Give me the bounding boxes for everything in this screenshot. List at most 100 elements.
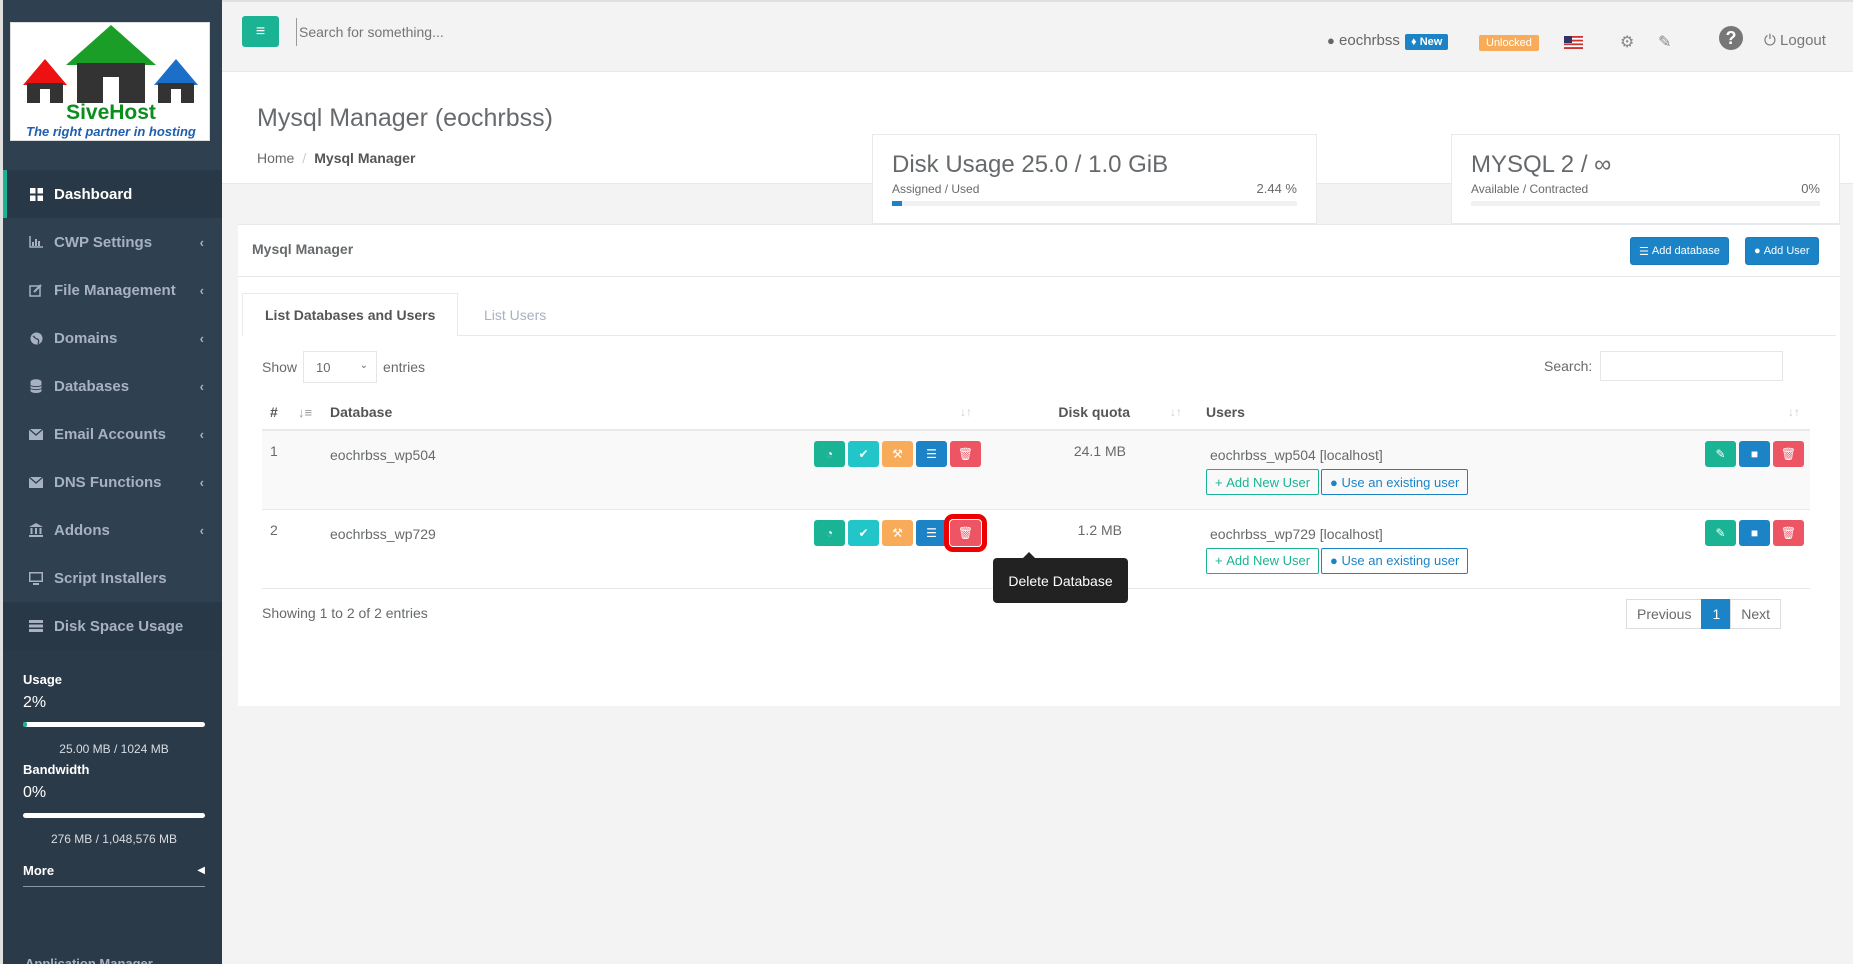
- col-users[interactable]: Users ↓↑: [1192, 395, 1810, 431]
- usage-bar-fill: [23, 722, 27, 727]
- delete-database-button[interactable]: 🗑: [950, 441, 981, 467]
- chart-icon: [28, 235, 44, 249]
- dashboard-icon: [28, 187, 44, 201]
- tab-list-users[interactable]: List Users: [462, 293, 568, 337]
- col-sort[interactable]: ↓≡: [298, 395, 318, 431]
- repair-button[interactable]: ⚒: [882, 519, 913, 546]
- phpmyadmin-button[interactable]: ◔: [814, 441, 845, 467]
- check-button[interactable]: ✔: [848, 441, 879, 467]
- gears-icon[interactable]: ⚙: [1620, 32, 1634, 52]
- bandwidth-detail: 276 MB / 1,048,576 MB: [50, 832, 178, 846]
- new-badge[interactable]: ♦ New: [1405, 34, 1449, 50]
- sidebar-item-email-accounts[interactable]: Email Accounts ‹: [3, 410, 222, 458]
- database-name: eochrbss_wp729: [330, 525, 436, 542]
- sidebar-item-databases[interactable]: Databases ‹: [3, 362, 222, 410]
- sidebar-item-application-manager[interactable]: Application Manager: [25, 956, 153, 964]
- top-search-input[interactable]: [296, 18, 796, 46]
- table-search-input[interactable]: [1600, 351, 1784, 381]
- sidebar-item-cwp-settings[interactable]: CWP Settings ‹: [3, 218, 222, 266]
- backup-button[interactable]: ☰: [916, 519, 947, 546]
- sidebar-item-script-installers[interactable]: Script Installers: [3, 554, 222, 602]
- logo-tagline: The right partner in hosting: [26, 124, 196, 139]
- edit-icon: ✎: [1715, 525, 1726, 540]
- add-user-label: Add User: [1763, 245, 1810, 257]
- lock-icon: ■: [1750, 525, 1759, 540]
- breadcrumb-home[interactable]: Home: [257, 150, 294, 166]
- repair-button[interactable]: ⚒: [882, 441, 913, 467]
- database-name: eochrbss_wp504: [330, 447, 436, 463]
- mysql-title: MYSQL 2 / ∞: [1471, 151, 1612, 178]
- power-icon: ⏻: [1764, 32, 1776, 49]
- sidebar-item-label: File Management: [54, 281, 176, 299]
- plus-icon: +: [1215, 553, 1227, 568]
- sort-asc-icon: ↓≡: [298, 405, 313, 420]
- lock-user-button[interactable]: ■: [1739, 519, 1770, 546]
- mysql-percent: 0%: [1801, 181, 1820, 196]
- page-length-select[interactable]: 10 ⌄: [303, 351, 378, 383]
- menu-toggle-button[interactable]: ≡: [242, 16, 279, 47]
- sidebar-item-label: Email Accounts: [54, 425, 166, 443]
- sidebar-item-label: Disk Space Usage: [54, 617, 184, 635]
- phpmyadmin-button[interactable]: ◔: [814, 519, 845, 546]
- edit-user-button[interactable]: ✎: [1705, 441, 1736, 467]
- user-menu[interactable]: ● eochrbss: [1327, 32, 1400, 49]
- bandwidth-bar: [23, 813, 205, 818]
- sidebar-item-file-management[interactable]: File Management ‹: [3, 266, 222, 314]
- logo[interactable]: SiveHost The right partner in hosting: [10, 22, 210, 141]
- sidebar-item-dashboard[interactable]: Dashboard: [3, 170, 222, 218]
- table-row: 1 eochrbss_wp504 ◔ ✔ ⚒ ☰ 🗑 24.1 MB eochrbss_…: [262, 430, 1810, 510]
- delete-user-button[interactable]: 🗑: [1773, 519, 1804, 546]
- us-flag-icon[interactable]: [1564, 36, 1583, 49]
- backup-button[interactable]: ☰: [916, 441, 947, 467]
- brush-icon[interactable]: ✎: [1658, 32, 1671, 52]
- sort-icon: ↓↑: [1170, 405, 1182, 419]
- unlocked-badge[interactable]: Unlocked: [1479, 35, 1539, 51]
- usage-panel: Usage 2% 25.00 MB / 1024 MB Bandwidth 0%…: [3, 650, 222, 964]
- add-new-user-button[interactable]: + Add New User: [1206, 547, 1320, 574]
- next-page-button[interactable]: Next: [1730, 599, 1782, 629]
- add-user-button[interactable]: ● Add User: [1745, 237, 1819, 265]
- sidebar-item-domains[interactable]: Domains ‹: [3, 314, 222, 362]
- delete-database-tooltip: Delete Database: [993, 552, 1128, 603]
- check-button[interactable]: ✔: [848, 519, 879, 546]
- use-existing-user-button[interactable]: ● Use an existing user: [1321, 469, 1469, 495]
- tab-list-databases-users[interactable]: List Databases and Users: [242, 293, 459, 337]
- use-existing-user-button[interactable]: ● Use an existing user: [1321, 547, 1469, 574]
- chevron-left-icon: ‹: [199, 282, 204, 298]
- trash-icon: 🗑: [1780, 525, 1797, 540]
- sort-icon: ↓↑: [1788, 405, 1800, 419]
- sidebar-item-addons[interactable]: Addons ‹: [3, 506, 222, 554]
- col-quota-label: Disk quota: [1058, 404, 1130, 420]
- disk-usage-sub: Assigned / Used: [892, 182, 980, 196]
- delete-database-button[interactable]: 🗑: [944, 513, 987, 552]
- help-icon[interactable]: ?: [1719, 26, 1743, 50]
- sidebar-item-label: Script Installers: [54, 569, 167, 587]
- add-new-user-button[interactable]: + Add New User: [1206, 469, 1320, 495]
- more-label: More: [23, 863, 55, 878]
- col-database[interactable]: Database ↓↑: [318, 395, 982, 431]
- check-circle-icon: ✔: [858, 447, 869, 461]
- delete-user-button[interactable]: 🗑: [1773, 441, 1804, 467]
- more-toggle[interactable]: More ◀: [23, 863, 205, 887]
- new-badge-label: New: [1419, 36, 1443, 48]
- sidebar-item-label: Dashboard: [54, 185, 133, 203]
- edit-user-button[interactable]: ✎: [1705, 519, 1736, 546]
- db-actions: ◔ ✔ ⚒ ☰ 🗑: [814, 441, 984, 467]
- col-quota[interactable]: Disk quota ↓↑: [982, 395, 1192, 431]
- add-new-user-label: Add New User: [1226, 553, 1311, 568]
- caret-left-icon: ◀: [197, 865, 205, 876]
- lock-user-button[interactable]: ■: [1739, 441, 1770, 467]
- sidebar-item-dns-functions[interactable]: DNS Functions ‹: [3, 458, 222, 506]
- sidebar-item-disk-space-usage[interactable]: Disk Space Usage: [3, 602, 222, 650]
- usage-percent: 2%: [23, 694, 47, 711]
- user-actions: ✎ ■ 🗑: [1705, 519, 1804, 546]
- edit-icon: [28, 283, 44, 297]
- logout-button[interactable]: ⏻ Logout: [1764, 32, 1826, 49]
- previous-page-button[interactable]: Previous: [1626, 599, 1703, 629]
- trash-icon: 🗑: [1780, 447, 1797, 461]
- add-database-button[interactable]: ☰ Add database: [1630, 237, 1729, 265]
- use-existing-user-label: Use an existing user: [1341, 474, 1460, 490]
- col-num[interactable]: #: [262, 395, 298, 431]
- page-1-button[interactable]: 1: [1701, 599, 1732, 629]
- globe-icon: [28, 331, 44, 345]
